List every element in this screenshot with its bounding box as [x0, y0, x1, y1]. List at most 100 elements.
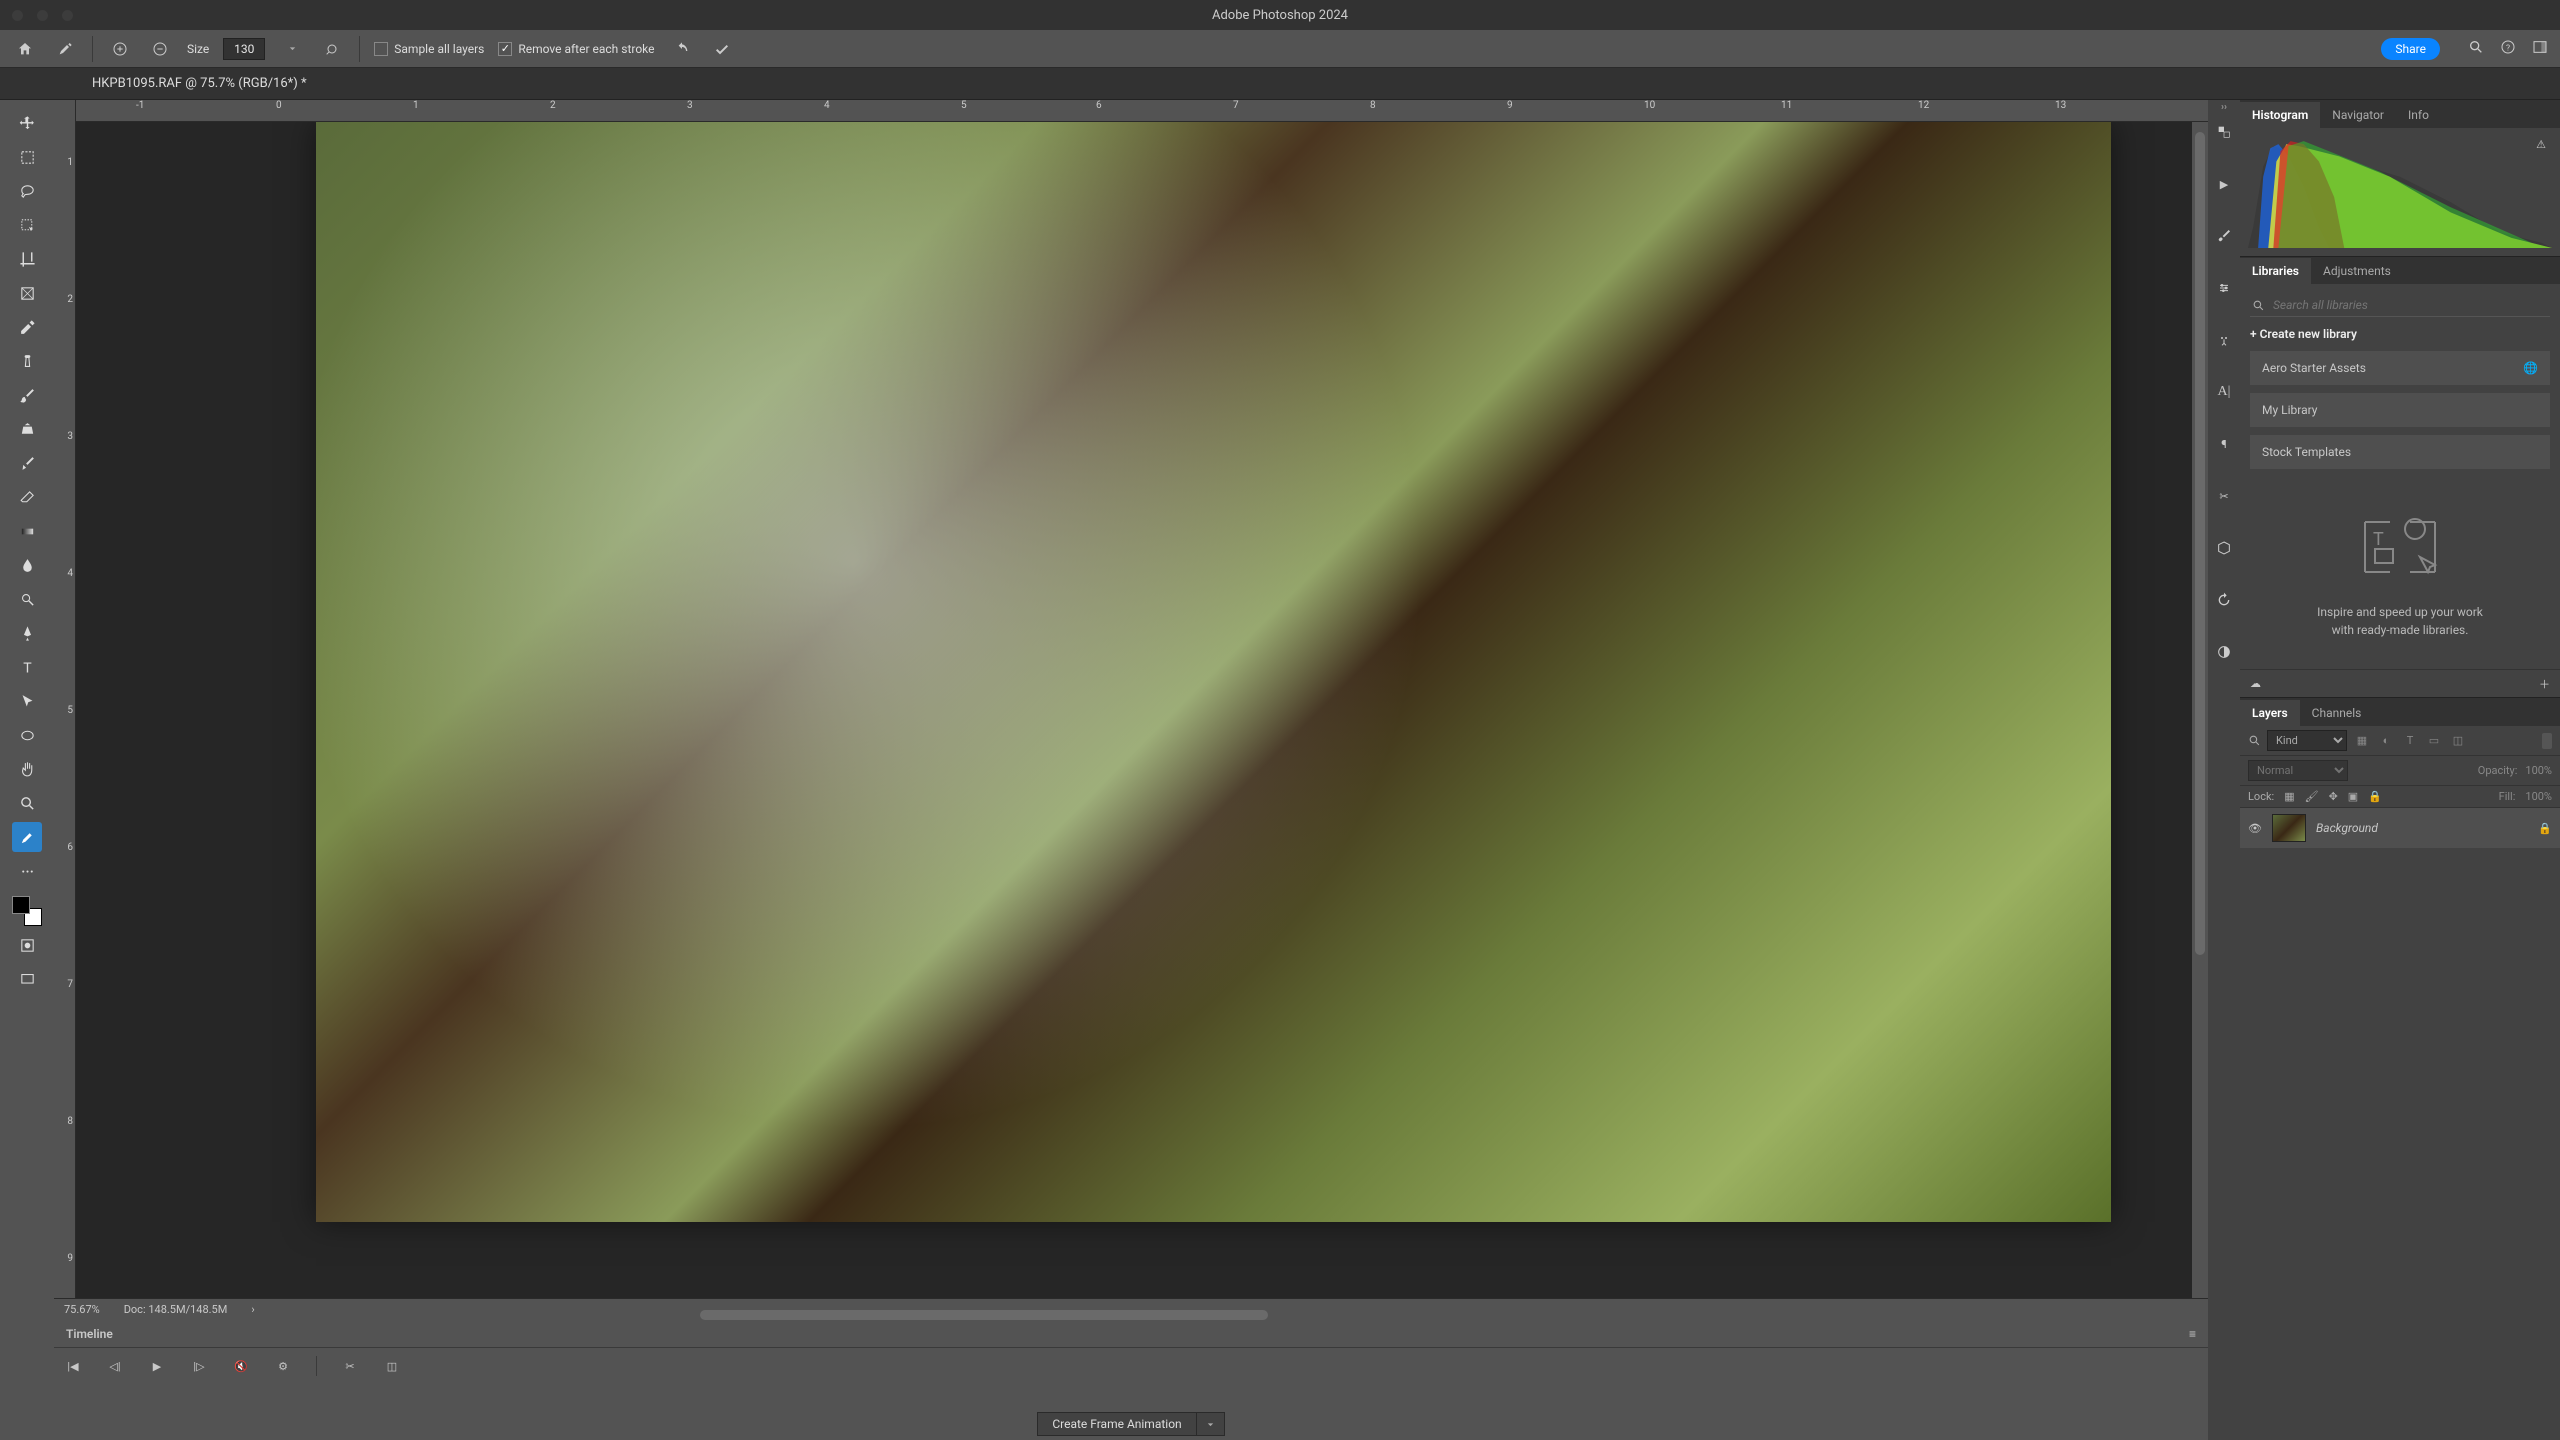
split-icon[interactable]: ✂	[341, 1357, 359, 1375]
filter-smart-icon[interactable]: ◫	[2449, 732, 2467, 750]
animation-type-dropdown[interactable]	[1197, 1412, 1225, 1436]
share-button[interactable]: Share	[2381, 38, 2440, 60]
dodge-tool[interactable]	[12, 584, 42, 614]
lasso-tool[interactable]	[12, 176, 42, 206]
help-icon[interactable]: ?	[2500, 39, 2516, 58]
cloud-sync-icon[interactable]: ☁	[2250, 677, 2261, 690]
history-panel-icon[interactable]	[2214, 590, 2234, 610]
search-icon[interactable]	[2468, 39, 2484, 58]
zoom-window[interactable]	[62, 10, 73, 21]
blend-mode-select[interactable]: Normal	[2248, 760, 2348, 781]
filter-adjust-icon[interactable]: ◐	[2377, 732, 2395, 750]
path-select-tool[interactable]	[12, 686, 42, 716]
blur-tool[interactable]	[12, 550, 42, 580]
shape-tool[interactable]	[12, 720, 42, 750]
lock-pixels-icon[interactable]: 🖌	[2305, 790, 2319, 803]
tab-adjustments[interactable]: Adjustments	[2311, 258, 2403, 284]
horizontal-scrollbar[interactable]	[700, 1310, 1268, 1320]
healing-brush-tool[interactable]	[12, 346, 42, 376]
status-flyout-icon[interactable]: ›	[251, 1303, 254, 1316]
library-item-my[interactable]: My Library	[2250, 393, 2550, 427]
ruler-vertical[interactable]: 1 2 3 4 5 6 7 8 9	[54, 122, 76, 1298]
filter-shape-icon[interactable]: ▭	[2425, 732, 2443, 750]
first-frame-icon[interactable]: |◀	[64, 1357, 82, 1375]
sample-all-layers-option[interactable]: Sample all layers	[374, 42, 484, 56]
histogram-warning-icon[interactable]: ⚠	[2536, 138, 2546, 151]
pen-tool[interactable]	[12, 618, 42, 648]
play-icon[interactable]: ▶	[148, 1357, 166, 1375]
libraries-search[interactable]	[2250, 294, 2550, 317]
character-panel-icon[interactable]: A|	[2214, 382, 2234, 402]
brush-settings-icon[interactable]	[319, 36, 345, 62]
ruler-horizontal[interactable]: -1 0 1 2 3 4 5 6 7 8 9 10 11 12 13	[54, 100, 2208, 122]
zoom-tool[interactable]	[12, 788, 42, 818]
create-frame-animation-button[interactable]: Create Frame Animation	[1037, 1412, 1196, 1436]
zoom-level[interactable]: 75.67%	[64, 1303, 100, 1316]
3d-panel-icon[interactable]	[2214, 538, 2234, 558]
edit-toolbar[interactable]	[12, 822, 42, 852]
more-tools[interactable]	[12, 856, 42, 886]
eraser-tool[interactable]	[12, 482, 42, 512]
quick-mask-icon[interactable]	[12, 930, 42, 960]
current-tool-icon[interactable]	[52, 36, 78, 62]
history-brush-tool[interactable]	[12, 448, 42, 478]
object-select-tool[interactable]	[12, 210, 42, 240]
document-tab[interactable]: HKPB1095.RAF @ 75.7% (RGB/16*) *	[92, 76, 307, 91]
modifiers-panel-icon[interactable]: ✂	[2214, 486, 2234, 506]
commit-icon[interactable]	[709, 36, 735, 62]
gradient-tool[interactable]	[12, 516, 42, 546]
eyedropper-tool[interactable]	[12, 312, 42, 342]
tab-layers[interactable]: Layers	[2240, 700, 2300, 726]
crop-tool[interactable]	[12, 244, 42, 274]
color-swatches[interactable]	[12, 896, 42, 926]
frame-tool[interactable]	[12, 278, 42, 308]
properties-panel-icon[interactable]	[2214, 642, 2234, 662]
layer-row-background[interactable]: 👁 Background 🔒	[2240, 808, 2560, 848]
vertical-scrollbar[interactable]	[2192, 122, 2208, 1298]
home-button[interactable]	[12, 36, 38, 62]
paragraph-panel-icon[interactable]: ¶	[2214, 434, 2234, 454]
library-item-stock[interactable]: Stock Templates	[2250, 435, 2550, 469]
marquee-tool[interactable]	[12, 142, 42, 172]
brush-tool[interactable]	[12, 380, 42, 410]
visibility-toggle-icon[interactable]: 👁	[2248, 822, 2262, 835]
lock-all-icon[interactable]: 🔒	[2368, 790, 2382, 803]
settings-icon[interactable]: ⚙	[274, 1357, 292, 1375]
lock-transparent-icon[interactable]: ▦	[2284, 790, 2294, 803]
close-window[interactable]	[12, 10, 23, 21]
size-dropdown[interactable]	[279, 36, 305, 62]
clone-source-panel-icon[interactable]	[2214, 330, 2234, 350]
doc-size[interactable]: Doc: 148.5M/148.5M	[124, 1303, 228, 1316]
remove-after-stroke-option[interactable]: Remove after each stroke	[498, 42, 654, 56]
tab-libraries[interactable]: Libraries	[2240, 258, 2311, 284]
layer-thumbnail[interactable]	[2272, 814, 2306, 842]
add-content-icon[interactable]: ＋	[2539, 676, 2550, 692]
move-tool[interactable]	[12, 108, 42, 138]
lock-position-icon[interactable]: ✥	[2329, 790, 2338, 803]
filter-type-icon[interactable]: T	[2401, 732, 2419, 750]
clone-stamp-tool[interactable]	[12, 414, 42, 444]
brush-subtract-icon[interactable]	[147, 36, 173, 62]
brushes-panel-icon[interactable]	[2214, 226, 2234, 246]
lock-icon[interactable]: 🔒	[2538, 822, 2552, 835]
workspace-icon[interactable]	[2532, 39, 2548, 58]
tab-info[interactable]: Info	[2396, 102, 2441, 128]
filter-kind-select[interactable]: Kind	[2267, 730, 2347, 751]
type-tool[interactable]: T	[12, 652, 42, 682]
color-panel-icon[interactable]	[2214, 122, 2234, 142]
brush-settings-panel-icon[interactable]	[2214, 278, 2234, 298]
hand-tool[interactable]	[12, 754, 42, 784]
tab-histogram[interactable]: Histogram	[2240, 102, 2320, 128]
prev-frame-icon[interactable]: ◁|	[106, 1357, 124, 1375]
lock-artboard-icon[interactable]: ▣	[2348, 790, 2358, 803]
size-input[interactable]	[223, 38, 265, 60]
tab-navigator[interactable]: Navigator	[2320, 102, 2396, 128]
library-item-aero[interactable]: Aero Starter Assets🌐	[2250, 351, 2550, 385]
actions-panel-icon[interactable]: ▶	[2214, 174, 2234, 194]
brush-add-icon[interactable]	[107, 36, 133, 62]
collapse-arrows-icon[interactable]: ››	[2221, 102, 2227, 113]
create-new-library-button[interactable]: + Create new library	[2250, 327, 2550, 341]
canvas-viewport[interactable]	[76, 122, 2208, 1298]
screen-mode-icon[interactable]	[12, 964, 42, 994]
transition-icon[interactable]: ◫	[383, 1357, 401, 1375]
